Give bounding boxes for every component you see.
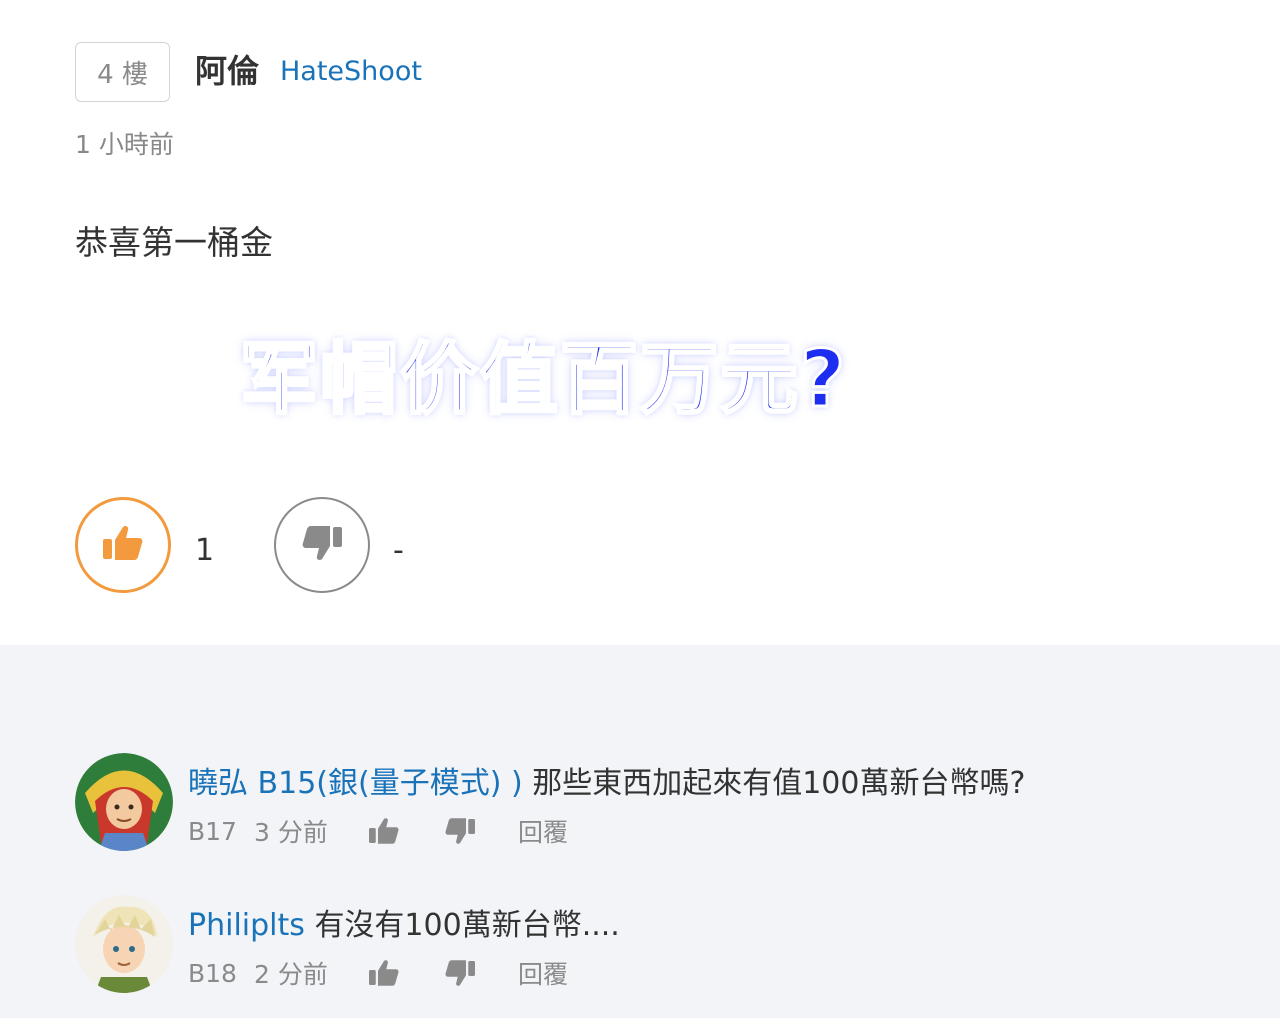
reply-item: 曉弘 B15(銀(量子模式) ) 那些東西加起來有值100萬新台幣嗎? B17 … <box>0 753 1280 863</box>
avatar[interactable] <box>75 895 173 993</box>
reply-item: Philiplts 有沒有100萬新台幣.... B18 2 分前 回覆 <box>0 895 1280 1005</box>
post-time: 1 小時前 <box>75 130 174 159</box>
blond-hero-avatar-icon <box>75 895 173 993</box>
author-id[interactable]: HateShoot <box>280 56 422 87</box>
floor-badge: 4 樓 <box>75 42 170 102</box>
knight-avatar-icon <box>75 753 173 851</box>
reply-floor: B17 <box>188 816 237 846</box>
reply-like-button[interactable] <box>366 813 402 849</box>
reply-like-button[interactable] <box>366 955 402 991</box>
banner-caption: 军帽价值百万元? <box>238 334 848 427</box>
reply-time: 2 分前 <box>254 960 328 989</box>
reply-username[interactable]: Philiplts <box>188 908 305 943</box>
thumbs-up-icon <box>369 818 399 844</box>
reply-section: 曉弘 B15(銀(量子模式) ) 那些東西加起來有值100萬新台幣嗎? B17 … <box>0 645 1280 1018</box>
reply-username[interactable]: 曉弘 B15(銀(量子模式) ) <box>188 766 523 801</box>
reply-button[interactable]: 回覆 <box>518 955 568 991</box>
downvote-button[interactable] <box>274 497 370 593</box>
thumbs-down-icon <box>445 960 475 986</box>
upvote-count: 1 <box>195 533 215 568</box>
reply-text: 那些東西加起來有值100萬新台幣嗎? <box>532 766 1026 801</box>
reply-floor: B18 <box>188 958 237 988</box>
reply-dislike-button[interactable] <box>442 813 478 849</box>
thumbs-down-icon <box>445 818 475 844</box>
reply-dislike-button[interactable] <box>442 955 478 991</box>
upvote-button[interactable] <box>75 497 171 593</box>
reply-time: 3 分前 <box>254 818 328 847</box>
avatar[interactable] <box>75 753 173 851</box>
thumbs-up-icon <box>369 960 399 986</box>
author-name[interactable]: 阿倫 <box>195 46 259 92</box>
post-card: 4 樓 阿倫 HateShoot 1 小時前 恭喜第一桶金 军帽价值百万元? 1… <box>0 0 1280 645</box>
reply-text: 有沒有100萬新台幣.... <box>314 908 620 943</box>
post-text: 恭喜第一桶金 <box>75 223 273 262</box>
downvote-count: - <box>393 533 404 568</box>
thumbs-down-icon <box>300 523 344 567</box>
thumbs-up-icon <box>101 523 145 567</box>
reply-button[interactable]: 回覆 <box>518 813 568 849</box>
